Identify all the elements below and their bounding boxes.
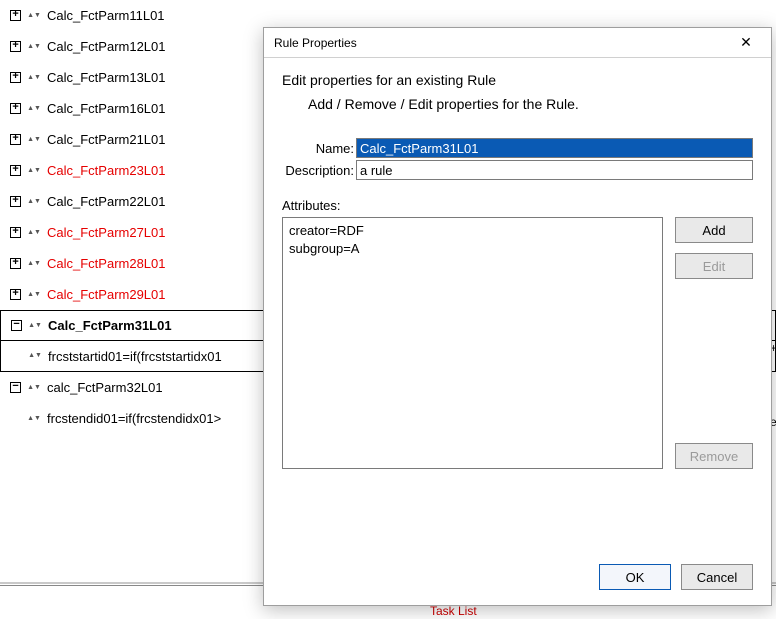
reorder-icon[interactable]: ▲▼ — [29, 380, 39, 396]
tree-item-label: Calc_FctParm16L01 — [47, 101, 166, 116]
reorder-icon[interactable]: ▲▼ — [29, 101, 39, 117]
tree-item-label: Calc_FctParm23L01 — [47, 163, 166, 178]
tree-item-label: Calc_FctParm29L01 — [47, 287, 166, 302]
expand-icon[interactable]: + — [10, 227, 21, 238]
collapse-icon[interactable]: − — [11, 320, 22, 331]
expand-icon[interactable]: + — [10, 103, 21, 114]
name-input[interactable] — [356, 138, 753, 158]
tree-item-label: Calc_FctParm31L01 — [48, 318, 172, 333]
tree-item-label: Calc_FctParm21L01 — [47, 132, 166, 147]
tree-child-label: frcstendid01=if(frcstendidx01> — [47, 411, 221, 426]
reorder-icon[interactable]: ▲▼ — [29, 70, 39, 86]
reorder-icon[interactable]: ▲▼ — [30, 318, 40, 334]
expand-icon[interactable]: + — [10, 289, 21, 300]
tree-child-label: frcststartid01=if(frcststartidx01 — [48, 349, 222, 364]
tree-item-label: Calc_FctParm27L01 — [47, 225, 166, 240]
task-list-tab[interactable]: Task List — [430, 604, 477, 618]
attributes-label: Attributes: — [282, 198, 753, 213]
name-label: Name: — [282, 141, 356, 156]
reorder-icon[interactable]: ▲▼ — [29, 8, 39, 24]
expand-icon[interactable]: + — [10, 72, 21, 83]
tree-item-label: Calc_FctParm12L01 — [47, 39, 166, 54]
close-icon[interactable]: ✕ — [731, 31, 761, 55]
edit-button[interactable]: Edit — [675, 253, 753, 279]
expand-icon[interactable]: + — [10, 134, 21, 145]
cancel-button[interactable]: Cancel — [681, 564, 753, 590]
dialog-subheading: Add / Remove / Edit properties for the R… — [308, 96, 753, 112]
description-label: Description: — [282, 163, 356, 178]
dialog-titlebar[interactable]: Rule Properties ✕ — [264, 28, 771, 58]
tree-item-label: Calc_FctParm11L01 — [47, 8, 165, 23]
ok-button[interactable]: OK — [599, 564, 671, 590]
reorder-icon[interactable]: ▲▼ — [29, 256, 39, 272]
expand-icon[interactable]: + — [10, 41, 21, 52]
attribute-item[interactable]: creator=RDF — [289, 222, 656, 240]
tree-item-label: Calc_FctParm22L01 — [47, 194, 166, 209]
attributes-list[interactable]: creator=RDF subgroup=A — [282, 217, 663, 469]
expand-icon[interactable]: + — [10, 165, 21, 176]
attribute-item[interactable]: subgroup=A — [289, 240, 656, 258]
collapse-icon[interactable]: − — [10, 382, 21, 393]
remove-button[interactable]: Remove — [675, 443, 753, 469]
expand-icon[interactable]: + — [10, 258, 21, 269]
reorder-icon[interactable]: ▲▼ — [29, 287, 39, 303]
rule-properties-dialog: Rule Properties ✕ Edit properties for an… — [263, 27, 772, 606]
reorder-icon[interactable]: ▲▼ — [29, 132, 39, 148]
expand-icon[interactable]: + — [10, 10, 21, 21]
add-button[interactable]: Add — [675, 217, 753, 243]
reorder-icon[interactable]: ▲▼ — [29, 163, 39, 179]
dialog-heading: Edit properties for an existing Rule — [282, 72, 753, 88]
reorder-icon[interactable]: ▲▼ — [30, 348, 40, 364]
expand-icon[interactable]: + — [10, 196, 21, 207]
dialog-body: Edit properties for an existing Rule Add… — [264, 58, 771, 557]
dialog-footer: OK Cancel — [264, 557, 771, 605]
reorder-icon[interactable]: ▲▼ — [29, 411, 39, 427]
reorder-icon[interactable]: ▲▼ — [29, 194, 39, 210]
tree-item-label: calc_FctParm32L01 — [47, 380, 163, 395]
reorder-icon[interactable]: ▲▼ — [29, 39, 39, 55]
reorder-icon[interactable]: ▲▼ — [29, 225, 39, 241]
tree-item-label: Calc_FctParm28L01 — [47, 256, 166, 271]
description-input[interactable] — [356, 160, 753, 180]
tree-item-label: Calc_FctParm13L01 — [47, 70, 166, 85]
dialog-title: Rule Properties — [274, 36, 357, 50]
